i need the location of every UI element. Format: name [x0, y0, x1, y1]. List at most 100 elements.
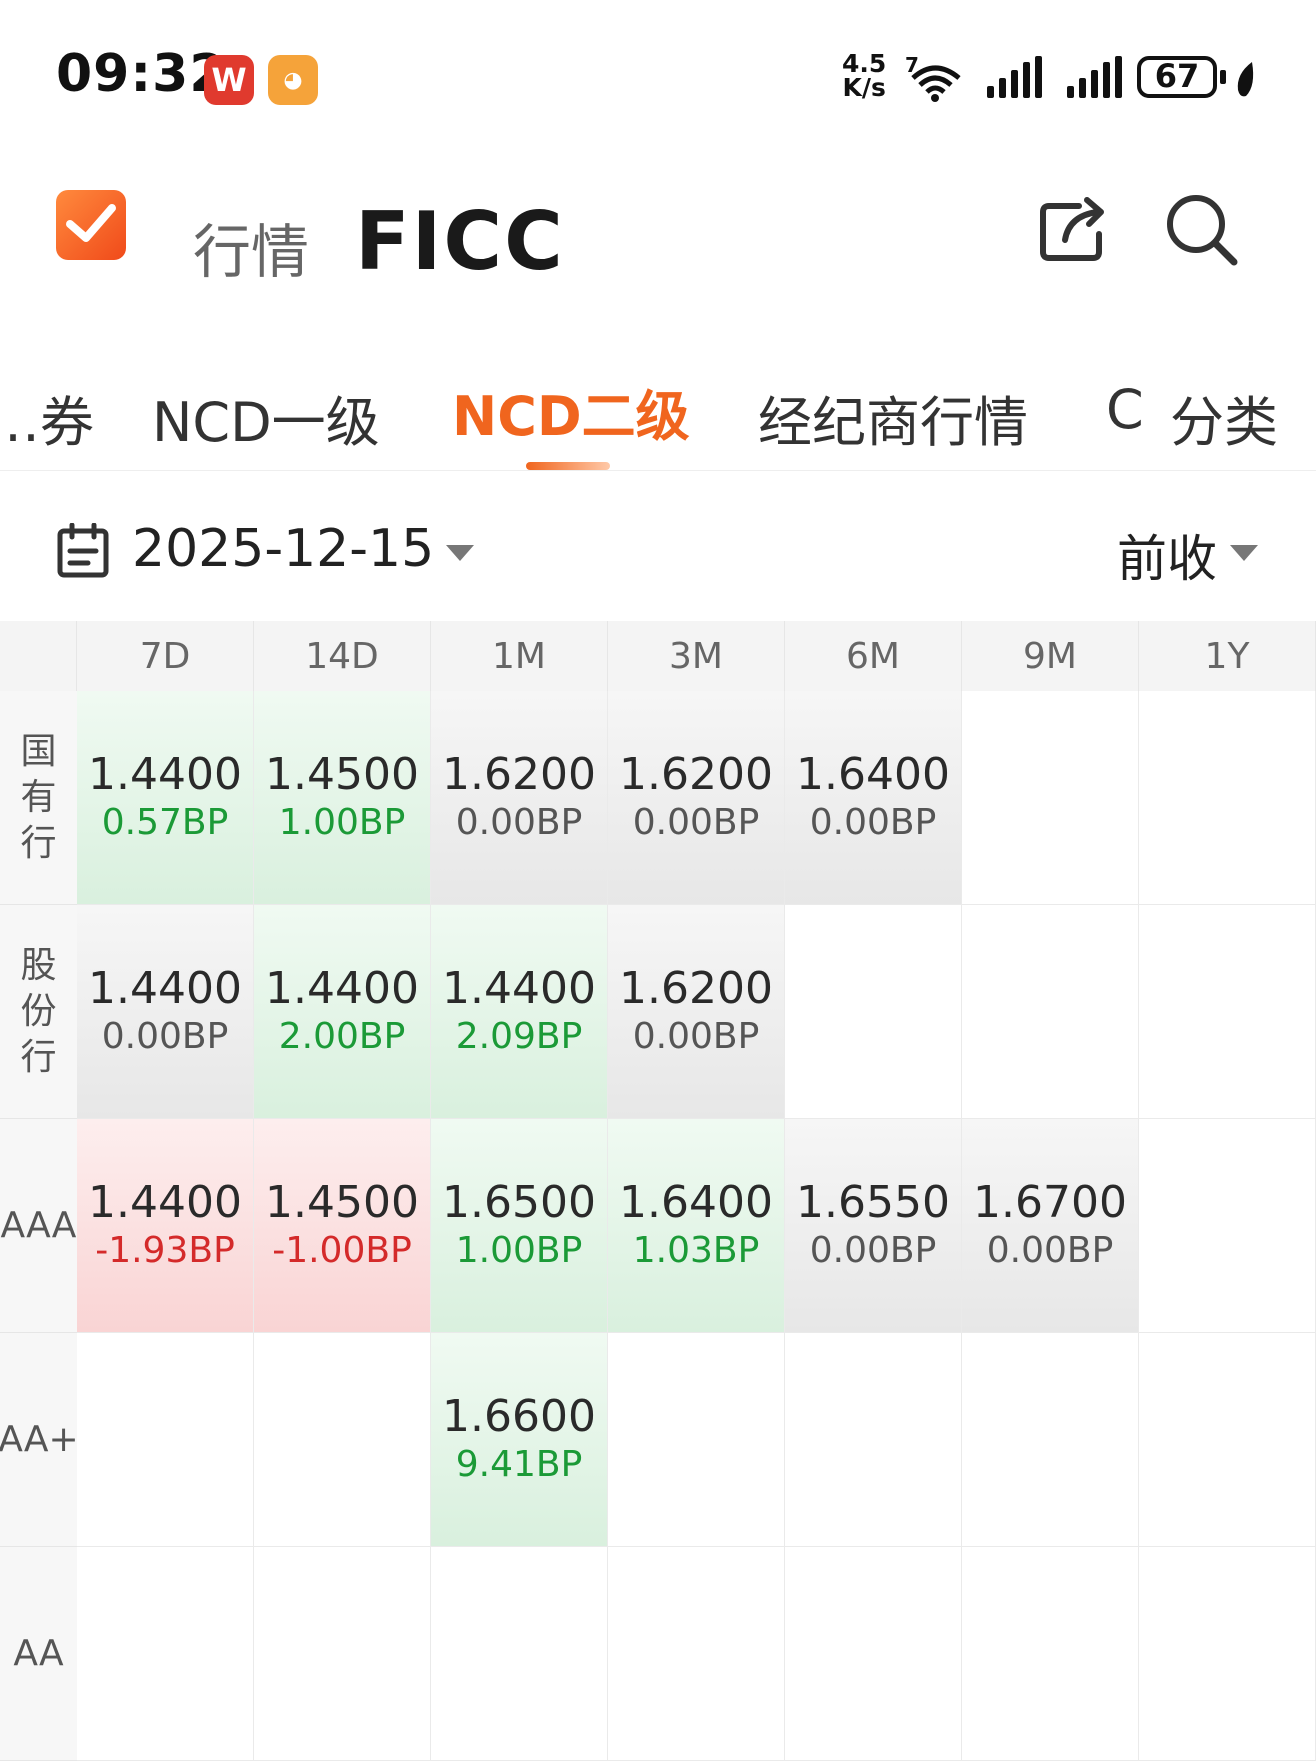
column-header-1m[interactable]: 1M [431, 621, 608, 691]
rate-change: 1.00BP [278, 801, 406, 843]
tab-ncd-primary[interactable]: NCD一级 [152, 378, 380, 457]
rate-change: 0.00BP [809, 1229, 937, 1271]
rate-change: 0.00BP [632, 801, 760, 843]
date-dropdown-icon[interactable] [446, 545, 474, 561]
battery-icon: 67 [1137, 56, 1217, 98]
row-header: 股份行 [0, 905, 77, 1119]
signal-2-icon [1067, 56, 1122, 98]
empty-cell [254, 1547, 431, 1761]
empty-cell [1139, 1119, 1316, 1333]
rate-change: -1.93BP [95, 1229, 235, 1271]
rate-cell[interactable]: 1.4400 0.57BP [77, 691, 254, 905]
rate-change: 2.00BP [278, 1015, 406, 1057]
column-header-6m[interactable]: 6M [785, 621, 962, 691]
empty-cell [254, 1333, 431, 1547]
check-logo-icon[interactable] [56, 190, 126, 260]
rate-cell[interactable]: 1.6700 0.00BP [962, 1119, 1139, 1333]
rate-cell[interactable]: 1.6400 1.03BP [608, 1119, 785, 1333]
rate-value: 1.4400 [265, 962, 419, 1014]
tab-ncd-secondary[interactable]: NCD二级 [452, 372, 690, 451]
empty-cell [77, 1333, 254, 1547]
empty-cell [1139, 905, 1316, 1119]
rate-value: 1.4500 [265, 1176, 419, 1228]
empty-cell [962, 1333, 1139, 1547]
rate-value: 1.6550 [796, 1176, 950, 1228]
section-label: 行情 [193, 218, 310, 286]
network-speed: 4.5 K/s [842, 51, 886, 102]
filter-row: 2025-12-15 前收 [0, 505, 1316, 595]
rate-cell[interactable]: 1.6200 0.00BP [608, 905, 785, 1119]
rate-value: 1.6700 [973, 1176, 1127, 1228]
column-header-7d[interactable]: 7D [77, 621, 254, 691]
rate-value: 1.4400 [88, 1176, 242, 1228]
rate-change: 0.00BP [455, 801, 583, 843]
empty-cell [785, 1547, 962, 1761]
empty-cell [77, 1547, 254, 1761]
rate-value: 1.6200 [619, 962, 773, 1014]
tab-broker-quotes[interactable]: 经纪商行情 [758, 378, 1028, 457]
tab-c[interactable]: C [1106, 378, 1144, 441]
rate-value: 1.6500 [442, 1176, 596, 1228]
empty-cell [962, 905, 1139, 1119]
empty-cell [962, 691, 1139, 905]
column-header-9m[interactable]: 9M [962, 621, 1139, 691]
rate-cell[interactable]: 1.4400 2.00BP [254, 905, 431, 1119]
search-icon[interactable] [1162, 190, 1242, 270]
date-selector[interactable]: 2025-12-15 [132, 519, 434, 579]
rate-cell[interactable]: 1.6500 1.00BP [431, 1119, 608, 1333]
empty-cell [431, 1547, 608, 1761]
rate-value: 1.4400 [88, 748, 242, 800]
signal-1-icon [987, 56, 1042, 98]
rate-cell[interactable]: 1.6550 0.00BP [785, 1119, 962, 1333]
status-bar: 09:32 W ◕ 4.5 K/s 7 67 [0, 0, 1316, 150]
empty-cell [1139, 1333, 1316, 1547]
sort-dropdown-icon[interactable] [1230, 545, 1258, 561]
battery-level: 67 [1154, 57, 1200, 95]
rate-cell[interactable]: 1.4400 -1.93BP [77, 1119, 254, 1333]
rate-change: 2.09BP [455, 1015, 583, 1057]
rate-cell[interactable]: 1.4400 2.09BP [431, 905, 608, 1119]
share-icon[interactable] [1035, 190, 1115, 270]
rate-change: 1.00BP [455, 1229, 583, 1271]
rate-change: -1.00BP [272, 1229, 412, 1271]
leaf-icon [1237, 62, 1254, 97]
rate-cell[interactable]: 1.6400 0.00BP [785, 691, 962, 905]
rate-value: 1.4400 [442, 962, 596, 1014]
rate-value: 1.6400 [619, 1176, 773, 1228]
empty-cell [962, 1547, 1139, 1761]
column-header-14d[interactable]: 14D [254, 621, 431, 691]
rate-value: 1.6600 [442, 1390, 596, 1442]
rate-change: 0.00BP [101, 1015, 229, 1057]
rate-cell[interactable]: 1.4500 1.00BP [254, 691, 431, 905]
rate-value: 1.6200 [619, 748, 773, 800]
tab-bar: …券 NCD一级 NCD二级 经纪商行情 C 分类 [0, 360, 1316, 471]
row-header: AA+ [0, 1333, 79, 1547]
empty-cell [785, 905, 962, 1119]
row-header: AA [0, 1547, 77, 1761]
column-header-3m[interactable]: 3M [608, 621, 785, 691]
rate-change: 9.41BP [455, 1443, 583, 1485]
tab-category[interactable]: 分类 [1170, 378, 1278, 457]
calendar-icon[interactable] [56, 523, 112, 579]
sort-selector[interactable]: 前收 [1117, 519, 1217, 591]
rate-cell[interactable]: 1.6200 0.00BP [608, 691, 785, 905]
page-title: FICC [355, 195, 565, 288]
rate-cell[interactable]: 1.6600 9.41BP [431, 1333, 608, 1547]
empty-cell [785, 1333, 962, 1547]
rate-cell[interactable]: 1.4500 -1.00BP [254, 1119, 431, 1333]
column-header-1y[interactable]: 1Y [1139, 621, 1316, 691]
empty-cell [608, 1547, 785, 1761]
rate-change: 0.00BP [809, 801, 937, 843]
rate-change: 0.57BP [101, 801, 229, 843]
row-header: 国有行 [0, 691, 77, 905]
battery-tip [1220, 70, 1226, 84]
rate-change: 0.00BP [986, 1229, 1114, 1271]
rate-cell[interactable]: 1.6200 0.00BP [431, 691, 608, 905]
rate-matrix: 7D 14D 1M 3M 6M 9M 1Y 国有行 1.4400 0.57BP 1.4500 1.00… [0, 621, 1316, 1761]
empty-cell [1139, 1547, 1316, 1761]
table-corner [0, 621, 77, 691]
rate-value: 1.6400 [796, 748, 950, 800]
tab-bond[interactable]: …券 [0, 378, 94, 457]
rate-cell[interactable]: 1.4400 0.00BP [77, 905, 254, 1119]
network-speed-unit: K/s [842, 73, 886, 102]
